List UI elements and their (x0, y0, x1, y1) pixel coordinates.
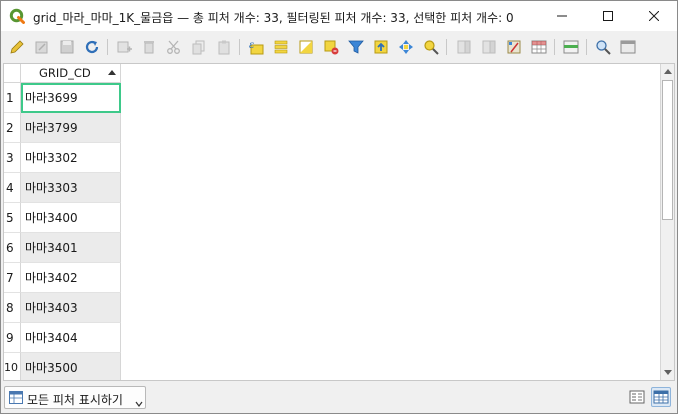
multi-edit-icon[interactable] (33, 38, 51, 56)
maximize-button[interactable] (585, 1, 631, 31)
form-view-button[interactable] (627, 387, 647, 407)
attribute-table-window: grid_마라_마마_1K_물금읍 — 총 피처 개수: 33, 필터링된 피처… (0, 0, 678, 414)
conditional-format-icon[interactable] (530, 38, 548, 56)
row-number[interactable]: 3 (4, 143, 21, 173)
actions-icon[interactable] (594, 38, 612, 56)
attribute-toolbar: ε (1, 31, 677, 63)
minimize-icon (557, 15, 567, 17)
zoom-to-selection-icon[interactable] (422, 38, 440, 56)
table-row[interactable]: 9 마마3404 (4, 323, 121, 353)
table-row[interactable]: 6 마마3401 (4, 233, 121, 263)
move-selection-top-icon[interactable] (372, 38, 390, 56)
row-number[interactable]: 5 (4, 203, 21, 233)
expression-select-icon[interactable]: ε (247, 38, 265, 56)
table-row[interactable]: 8 마마3403 (4, 293, 121, 323)
row-number[interactable]: 10 (4, 353, 21, 380)
new-field-icon[interactable] (455, 38, 473, 56)
window-title: grid_마라_마마_1K_물금읍 — 총 피처 개수: 33, 필터링된 피처… (33, 11, 514, 25)
toolbar-separator (554, 39, 555, 55)
filter-selected-icon[interactable] (347, 38, 365, 56)
table-row[interactable]: 3 마마3302 (4, 143, 121, 173)
delete-feature-icon[interactable] (140, 38, 158, 56)
field-calculator-icon[interactable] (505, 38, 523, 56)
reload-icon[interactable] (83, 38, 101, 56)
table-row[interactable]: 2 마라3799 (4, 113, 121, 143)
title-bar[interactable]: grid_마라_마마_1K_물금읍 — 총 피처 개수: 33, 필터링된 피처… (1, 1, 677, 31)
minimize-button[interactable] (539, 1, 585, 31)
sort-ascending-icon (108, 70, 116, 75)
table-cell[interactable]: 마마3303 (21, 173, 121, 203)
pan-to-selection-icon[interactable] (397, 38, 415, 56)
close-icon (649, 11, 659, 21)
scroll-down-button[interactable] (661, 366, 674, 380)
chevron-down-icon (135, 397, 143, 407)
table-row[interactable]: 4 마마3303 (4, 173, 121, 203)
filter-label: 모든 피처 표시하기 (27, 393, 123, 407)
copy-icon[interactable] (190, 38, 208, 56)
attribute-table[interactable]: GRID_CD 1 마라3699 2 마라3799 3 마마3302 4 마마3… (3, 63, 675, 381)
save-edits-icon[interactable] (58, 38, 76, 56)
row-number[interactable]: 2 (4, 113, 21, 143)
table-cell[interactable]: 마마3302 (21, 143, 121, 173)
table-cell[interactable]: 마마3401 (21, 233, 121, 263)
close-button[interactable] (631, 1, 677, 31)
dock-window-icon[interactable] (619, 38, 637, 56)
toolbar-separator (586, 39, 587, 55)
scroll-up-button[interactable] (661, 64, 674, 78)
chevron-up-icon (663, 69, 672, 74)
maximize-icon (603, 11, 613, 21)
qgis-logo-icon (9, 8, 25, 24)
row-number[interactable]: 6 (4, 233, 21, 263)
form-view-icon (629, 390, 645, 404)
invert-selection-icon[interactable] (297, 38, 315, 56)
column-header-label: GRID_CD (39, 66, 91, 80)
toggle-editing-icon[interactable] (8, 38, 26, 56)
delete-field-icon[interactable] (480, 38, 498, 56)
table-filter-icon (9, 391, 23, 404)
table-cell[interactable]: 마마3402 (21, 263, 121, 293)
table-row[interactable]: 10 마마3500 (4, 353, 121, 380)
toolbar-separator (239, 39, 240, 55)
cut-icon[interactable] (165, 38, 183, 56)
dock-icon[interactable] (562, 38, 580, 56)
scrollbar-thumb[interactable] (662, 80, 673, 220)
table-corner[interactable] (4, 64, 21, 83)
table-row[interactable]: 1 마라3699 (4, 83, 121, 113)
toolbar-separator (446, 39, 447, 55)
chevron-down-icon (663, 370, 672, 375)
table-view-icon (653, 390, 669, 404)
table-cell[interactable]: 마마3400 (21, 203, 121, 233)
column-header-grid-cd[interactable]: GRID_CD (21, 64, 121, 83)
table-cell[interactable]: 마라3699 (21, 83, 121, 113)
add-feature-icon[interactable] (115, 38, 133, 56)
table-row[interactable]: 5 마마3400 (4, 203, 121, 233)
show-all-features-button[interactable]: 모든 피처 표시하기 (4, 386, 146, 409)
table-cell[interactable]: 마마3403 (21, 293, 121, 323)
table-cell[interactable]: 마라3799 (21, 113, 121, 143)
bottom-bar: 모든 피처 표시하기 (1, 383, 677, 413)
vertical-scrollbar[interactable] (660, 64, 674, 380)
paste-icon[interactable] (215, 38, 233, 56)
table-cell[interactable]: 마마3404 (21, 323, 121, 353)
select-all-icon[interactable] (272, 38, 290, 56)
table-cell[interactable]: 마마3500 (21, 353, 121, 380)
table-row[interactable]: 7 마마3402 (4, 263, 121, 293)
row-number[interactable]: 9 (4, 323, 21, 353)
row-number[interactable]: 7 (4, 263, 21, 293)
row-number[interactable]: 1 (4, 83, 21, 113)
row-number[interactable]: 8 (4, 293, 21, 323)
deselect-all-icon[interactable] (322, 38, 340, 56)
toolbar-separator (107, 39, 108, 55)
table-view-button[interactable] (651, 387, 671, 407)
svg-text:ε: ε (249, 40, 254, 51)
row-number[interactable]: 4 (4, 173, 21, 203)
